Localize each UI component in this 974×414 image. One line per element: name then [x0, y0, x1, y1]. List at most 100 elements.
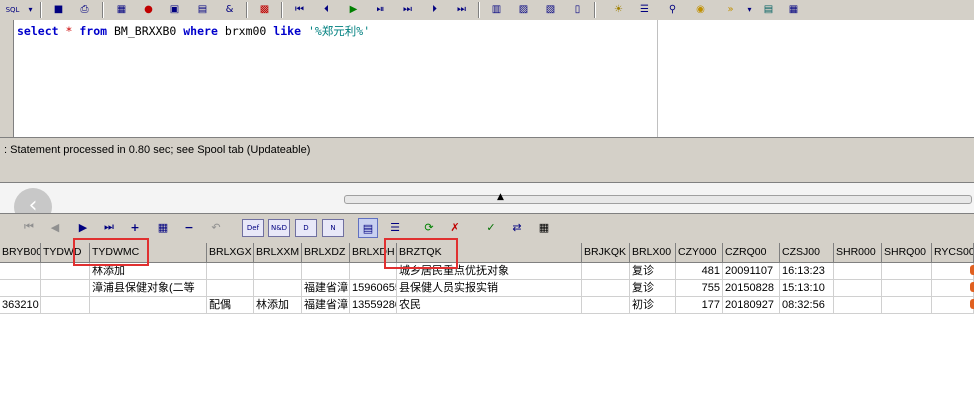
step-icon[interactable]: ⏯ — [372, 1, 389, 18]
grid-first-icon[interactable]: ⏮ — [20, 218, 38, 236]
column-header-brlxgx[interactable]: BRLXGX — [207, 243, 254, 262]
table-cell[interactable]: 林添加 — [254, 297, 302, 314]
table-cell[interactable] — [254, 280, 302, 297]
table-cell[interactable] — [932, 280, 974, 297]
table-cell[interactable]: 复诊 — [630, 263, 676, 280]
grid-table-icon[interactable]: ▦ — [154, 218, 172, 236]
help-icon[interactable]: ◉ — [692, 1, 709, 18]
grid-form-icon[interactable]: ☰ — [386, 218, 404, 236]
list-icon[interactable]: ☰ — [636, 1, 653, 18]
table-cell[interactable]: 福建省漳 — [302, 297, 350, 314]
paste-icon[interactable]: ▨ — [515, 1, 532, 18]
table-cell[interactable]: 16:13:23 — [780, 263, 834, 280]
grid-next-icon[interactable]: ▶ — [74, 218, 92, 236]
dropdown-arrow-icon[interactable]: ▾ — [22, 1, 39, 18]
table-cell[interactable] — [207, 263, 254, 280]
grid-check-icon[interactable]: ✓ — [482, 218, 500, 236]
book-icon[interactable]: ▤ — [760, 1, 777, 18]
load-icon[interactable]: ▣ — [166, 1, 183, 18]
table-cell[interactable] — [932, 263, 974, 280]
table-row[interactable]: 363210 配偶 林添加 福建省漳 13559280 农民 初诊 177 20180927 08… — [0, 297, 974, 314]
grid-view-icon[interactable]: ▤ — [358, 218, 378, 238]
grid-def-button[interactable]: Def — [242, 219, 264, 237]
last-icon[interactable]: ⏭ — [453, 1, 470, 18]
grid-cancel-icon[interactable]: ✗ — [446, 218, 464, 236]
table-cell[interactable]: 15960655 — [350, 280, 397, 297]
table-cell[interactable] — [882, 280, 932, 297]
column-header-brjkqk[interactable]: BRJKQK — [582, 243, 630, 262]
table-cell[interactable]: 福建省漳 — [302, 280, 350, 297]
grid-insert-icon[interactable]: + — [126, 218, 144, 236]
table-cell[interactable]: 15:13:10 — [780, 280, 834, 297]
grid-sync-icon[interactable]: ⇄ — [508, 218, 526, 236]
table-cell[interactable] — [254, 263, 302, 280]
grid-d-button[interactable]: D — [295, 219, 317, 237]
column-header-bryb00[interactable]: BRYB00 — [0, 243, 41, 262]
next-icon[interactable]: ⏵ — [426, 1, 443, 18]
table-cell[interactable] — [834, 263, 882, 280]
table-cell[interactable]: 755 — [676, 280, 723, 297]
table-cell[interactable]: 363210 — [0, 297, 41, 314]
table-cell[interactable] — [932, 297, 974, 314]
sql-text[interactable]: select * from BM_BRXXB0 where brxm00 lik… — [17, 23, 370, 39]
document-icon[interactable]: ▯ — [569, 1, 586, 18]
calc-icon[interactable]: ▦ — [785, 1, 802, 18]
column-header-shrq00[interactable]: SHRQ00 — [882, 243, 932, 262]
table-cell[interactable] — [41, 280, 90, 297]
table-cell[interactable]: 初诊 — [630, 297, 676, 314]
table-cell[interactable] — [882, 263, 932, 280]
wand-icon[interactable]: » — [722, 1, 739, 18]
panel-splitter[interactable]: ▲ — [0, 183, 974, 213]
table-cell[interactable] — [582, 263, 630, 280]
column-header-brlxdz[interactable]: BRLXDZ — [302, 243, 350, 262]
explain-icon[interactable]: ▥ — [488, 1, 505, 18]
link-icon[interactable]: & — [221, 1, 238, 18]
splitter-up-arrow-icon[interactable]: ▲ — [497, 192, 504, 202]
table-cell[interactable]: 20091107 — [723, 263, 780, 280]
splitter-handle[interactable] — [344, 195, 972, 204]
table-cell[interactable]: 13559280 — [350, 297, 397, 314]
column-header-brlxxm[interactable]: BRLXXM — [254, 243, 302, 262]
column-header-czsj00[interactable]: CZSJ00 — [780, 243, 834, 262]
export-icon[interactable]: ▩ — [256, 1, 273, 18]
table-cell[interactable] — [90, 297, 207, 314]
table-cell[interactable] — [834, 297, 882, 314]
table-cell[interactable]: 177 — [676, 297, 723, 314]
clipboard-icon[interactable]: ▤ — [194, 1, 211, 18]
grid-last-icon[interactable]: ⏭ — [100, 218, 118, 236]
binoculars-icon[interactable]: ⚲ — [664, 1, 681, 18]
table-cell[interactable] — [207, 280, 254, 297]
grid-calc-icon[interactable]: ▦ — [535, 218, 553, 236]
lamp-icon[interactable]: ☀ — [610, 1, 627, 18]
grid-prev-icon[interactable]: ◀ — [46, 218, 64, 236]
table-cell[interactable]: 农民 — [397, 297, 582, 314]
print-icon[interactable]: ⎙ — [76, 1, 93, 18]
column-header-rycs00[interactable]: RYCS00 — [932, 243, 974, 262]
table-cell[interactable]: 20150828 — [723, 280, 780, 297]
sql-icon[interactable]: SQL — [4, 1, 21, 18]
table-cell[interactable] — [0, 263, 41, 280]
grid-nd-button[interactable]: N&D — [268, 219, 290, 237]
table-cell[interactable] — [41, 297, 90, 314]
grid-refresh-icon[interactable]: ⟳ — [420, 218, 438, 236]
table-cell[interactable] — [582, 280, 630, 297]
table-cell[interactable] — [582, 297, 630, 314]
wand-dropdown-icon[interactable]: ▾ — [741, 1, 758, 18]
table-cell[interactable]: 县保健人员实报实销 — [397, 280, 582, 297]
table-cell[interactable] — [0, 280, 41, 297]
copy-icon[interactable]: ▧ — [542, 1, 559, 18]
table-cell[interactable] — [882, 297, 932, 314]
table-cell[interactable]: 漳浦县保健对象(二等 — [90, 280, 207, 297]
column-header-shr000[interactable]: SHR000 — [834, 243, 882, 262]
table-row[interactable]: 漳浦县保健对象(二等 福建省漳 15960655 县保健人员实报实销 复诊 755 2015… — [0, 280, 974, 297]
step-over-icon[interactable]: ⏭ — [399, 1, 416, 18]
sql-editor[interactable]: select * from BM_BRXXB0 where brxm00 lik… — [0, 20, 974, 138]
table-cell[interactable]: 481 — [676, 263, 723, 280]
grid-delete-icon[interactable]: − — [180, 218, 198, 236]
table-cell[interactable] — [834, 280, 882, 297]
table-cell[interactable]: 配偶 — [207, 297, 254, 314]
save-icon[interactable]: ■ — [50, 1, 67, 18]
grid-n-button[interactable]: N — [322, 219, 344, 237]
column-header-brlx00[interactable]: BRLX00 — [630, 243, 676, 262]
stop-icon[interactable]: ● — [140, 1, 157, 18]
